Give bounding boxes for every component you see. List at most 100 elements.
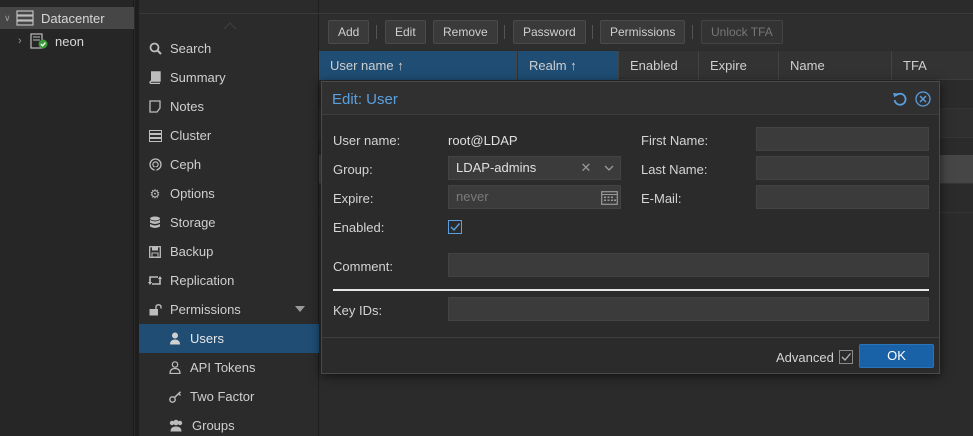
nav-item-label: Permissions [170, 302, 241, 317]
keyids-label: Key IDs: [333, 303, 383, 318]
ok-button[interactable]: OK [859, 344, 934, 368]
close-icon[interactable] [915, 91, 931, 107]
reset-icon[interactable] [892, 91, 908, 107]
advanced-divider [333, 289, 929, 291]
datacenter-icon [16, 10, 34, 26]
chevron-down-icon[interactable] [599, 157, 619, 179]
nav-item-two-factor[interactable]: Two Factor [139, 382, 319, 411]
email-label: E-Mail: [641, 191, 682, 206]
expand-arrow-icon[interactable]: › [18, 35, 28, 47]
permissions-button[interactable]: Permissions [600, 20, 686, 44]
dialog-footer: Advanced OK [322, 337, 939, 373]
check-icon [841, 353, 851, 361]
toolbar-separator [504, 25, 505, 39]
tree-item-node[interactable]: › neon [0, 30, 134, 52]
calendar-icon[interactable] [599, 186, 619, 208]
chevron-up-icon[interactable] [223, 18, 237, 30]
firstname-label: First Name: [641, 133, 709, 148]
ceph-icon [148, 158, 162, 172]
nav-item-cluster[interactable]: Cluster [139, 121, 319, 150]
toolbar: Add Edit Remove Password Permissions Unl… [319, 15, 973, 50]
remove-button[interactable]: Remove [433, 20, 498, 44]
nav-item-label: Backup [170, 244, 214, 259]
nav-item-label: Groups [192, 418, 235, 433]
nav-item-label: Summary [170, 70, 226, 85]
nav-item-replication[interactable]: Replication [139, 266, 319, 295]
notes-icon [148, 100, 162, 114]
firstname-input[interactable] [756, 127, 929, 151]
dropdown-arrow-icon[interactable] [295, 306, 305, 312]
tree-item-datacenter[interactable]: ∨ Datacenter [0, 7, 134, 29]
nav-item-label: Two Factor [190, 389, 255, 404]
username-value: root@LDAP [448, 133, 518, 148]
nav-item-label: Users [190, 331, 224, 346]
resource-tree: ∨ Datacenter › neon [0, 0, 134, 436]
nav-item-options[interactable]: ⚙ Options [139, 179, 319, 208]
toolbar-separator [692, 25, 693, 39]
floppy-icon [148, 245, 162, 259]
users-icon [168, 419, 184, 433]
advanced-label: Advanced [776, 350, 834, 365]
nav-item-notes[interactable]: Notes [139, 92, 319, 121]
enabled-checkbox[interactable] [448, 220, 462, 234]
nav-item-summary[interactable]: Summary [139, 63, 319, 92]
enabled-label: Enabled: [333, 220, 385, 235]
nav-item-groups[interactable]: Groups [139, 411, 319, 436]
book-icon [148, 71, 162, 85]
key-icon [168, 390, 182, 404]
nav-item-users[interactable]: Users [139, 324, 319, 353]
add-button[interactable]: Add [328, 20, 370, 44]
grid-header: User name ↑ Realm ↑ Enabled Expire Name … [319, 51, 973, 80]
column-header-username[interactable]: User name ↑ [319, 51, 517, 80]
edit-user-dialog: Edit: User User name: root@LDAP Group: L… [321, 81, 940, 374]
edit-button[interactable]: Edit [385, 20, 426, 44]
group-select[interactable]: LDAP-admins ✕ [448, 156, 621, 180]
comment-input[interactable] [448, 253, 929, 277]
expire-label: Expire: [333, 191, 374, 206]
nav-item-label: Storage [170, 215, 216, 230]
user-outline-icon [168, 361, 182, 375]
nav-item-permissions[interactable]: Permissions [139, 295, 319, 324]
column-header-expire[interactable]: Expire [699, 51, 779, 80]
collapse-arrow-icon[interactable]: ∨ [4, 13, 14, 24]
server-icon [148, 129, 162, 143]
column-header-enabled[interactable]: Enabled [619, 51, 699, 80]
nav-item-label: API Tokens [190, 360, 256, 375]
advanced-checkbox[interactable] [839, 350, 853, 364]
column-header-realm[interactable]: Realm ↑ [518, 51, 619, 80]
column-header-tfa[interactable]: TFA [892, 51, 973, 80]
group-value: LDAP-admins [456, 160, 537, 175]
keyids-input[interactable] [448, 297, 929, 321]
dialog-header[interactable]: Edit: User [322, 82, 939, 115]
database-icon [148, 216, 162, 230]
retweet-icon [148, 274, 162, 288]
nav-item-api-tokens[interactable]: API Tokens [139, 353, 319, 382]
column-header-name[interactable]: Name [779, 51, 892, 80]
nav-item-label: Search [170, 41, 212, 56]
email-input[interactable] [756, 185, 929, 209]
nav-item-storage[interactable]: Storage [139, 208, 319, 237]
nav-item-backup[interactable]: Backup [139, 237, 319, 266]
comment-label: Comment: [333, 259, 393, 274]
lastname-input[interactable] [756, 156, 929, 180]
lastname-label: Last Name: [641, 162, 708, 177]
expire-date-field[interactable]: never [448, 185, 621, 209]
tree-item-label: neon [55, 33, 84, 49]
nav-item-label: Notes [170, 99, 204, 114]
node-online-icon [30, 33, 48, 49]
clear-icon[interactable]: ✕ [576, 157, 596, 179]
nav-item-search[interactable]: Search [139, 34, 319, 63]
main-top-strip [319, 0, 973, 14]
unlock-tfa-button[interactable]: Unlock TFA [701, 20, 783, 44]
nav-item-label: Options [170, 186, 215, 201]
config-nav: Search Summary Notes Cluster Ceph ⚙ Opti… [139, 0, 319, 436]
nav-item-label: Cluster [170, 128, 212, 143]
check-icon [450, 223, 461, 232]
dialog-title: Edit: User [332, 91, 398, 108]
nav-item-ceph[interactable]: Ceph [139, 150, 319, 179]
expire-placeholder: never [456, 189, 489, 204]
password-button[interactable]: Password [513, 20, 586, 44]
nav-top-strip [139, 0, 319, 14]
group-label: Group: [333, 162, 373, 177]
tree-item-label: Datacenter [41, 10, 105, 26]
